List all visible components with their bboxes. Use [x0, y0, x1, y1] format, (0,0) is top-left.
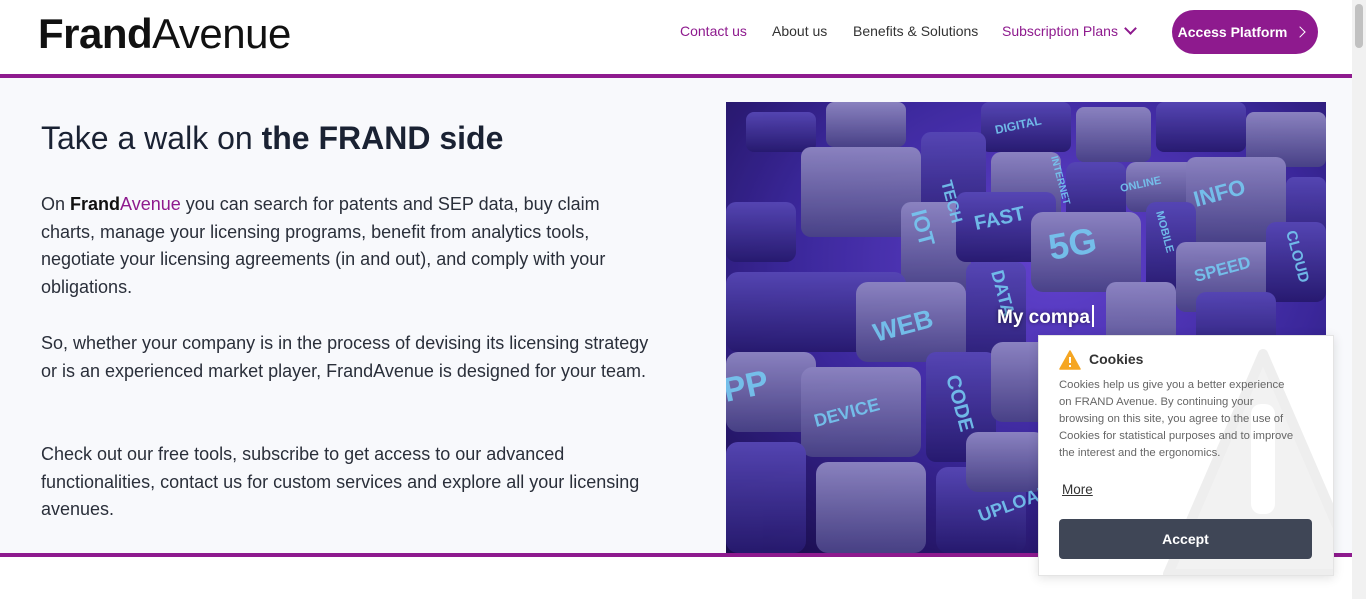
hero-title-prefix: Take a walk on — [41, 120, 262, 156]
access-platform-button[interactable]: Access Platform — [1172, 10, 1318, 54]
cookie-banner: Cookies Cookies help us give you a bette… — [1038, 335, 1334, 576]
scrollbar-thumb[interactable] — [1355, 4, 1363, 48]
nav-benefits-solutions[interactable]: Benefits & Solutions — [853, 22, 978, 40]
page-scrollbar[interactable] — [1352, 0, 1366, 599]
hero-paragraph-3: Check out our free tools, subscribe to g… — [41, 444, 640, 519]
logo-bold: Frand — [38, 10, 153, 57]
warning-icon — [1059, 350, 1081, 370]
typing-text: My compa — [997, 307, 1090, 328]
logo-light: Avenue — [152, 10, 291, 57]
access-platform-label: Access Platform — [1177, 24, 1288, 40]
logo[interactable]: FrandAvenue — [38, 8, 291, 60]
typing-overlay-text: My compa — [997, 305, 1094, 329]
cookie-text: Cookies help us give you a better experi… — [1059, 379, 1294, 459]
p1-lead: On — [41, 194, 71, 214]
cookie-title: Cookies — [1089, 351, 1144, 367]
text-caret — [1091, 305, 1094, 327]
hero-title: Take a walk on the FRAND side — [41, 120, 503, 157]
nav-contact-us[interactable]: Contact us — [680, 22, 747, 40]
site-header: FrandAvenue Contact us About us Benefits… — [0, 0, 1352, 74]
p1-brand-light: Avenue — [120, 194, 181, 214]
nav-subscription-plans[interactable]: Subscription Plans — [1002, 22, 1137, 40]
hero-paragraph-1: On FrandAvenue you can search for patent… — [41, 191, 651, 301]
nav-subscription-plans-label: Subscription Plans — [1002, 23, 1118, 39]
chevron-right-icon — [1294, 26, 1307, 38]
nav-about-us[interactable]: About us — [772, 22, 827, 40]
cookie-more-link[interactable]: More — [1062, 482, 1093, 497]
p1-brand-bold: Frand — [70, 194, 121, 214]
accept-cookies-button[interactable]: Accept — [1059, 519, 1312, 559]
hero-title-bold: the FRAND side — [261, 120, 504, 156]
chevron-down-icon — [1124, 22, 1137, 35]
hero-paragraph-2: So, whether your company is in the proce… — [41, 333, 649, 381]
